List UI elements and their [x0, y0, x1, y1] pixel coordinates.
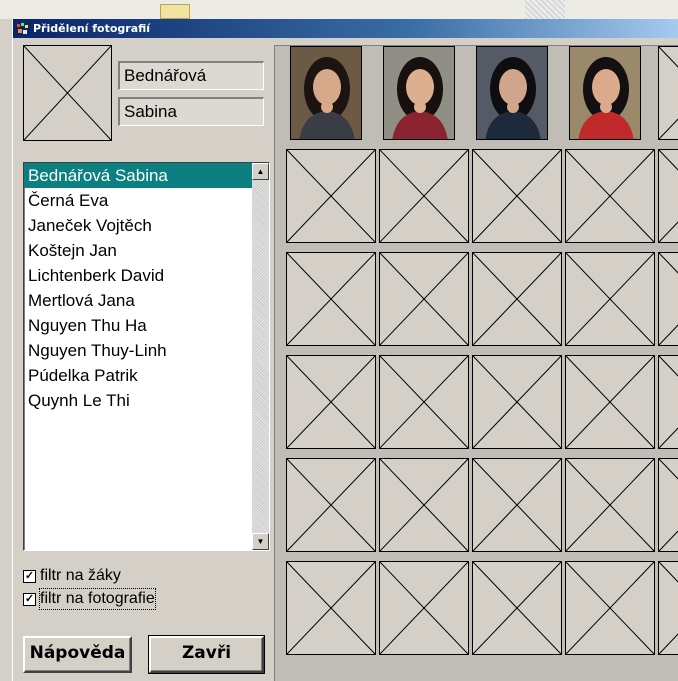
- filter-photos-checkbox[interactable]: ✓: [23, 593, 36, 606]
- filter-students-label[interactable]: filtr na žáky: [40, 566, 121, 586]
- student-list-item[interactable]: Lichtenberk David: [24, 263, 253, 288]
- photo-placeholder[interactable]: [379, 355, 469, 449]
- photo-placeholder[interactable]: [565, 252, 655, 346]
- first-name-field[interactable]: Sabina: [118, 97, 264, 126]
- photo-placeholder[interactable]: [379, 252, 469, 346]
- student-photo-placeholder: [23, 45, 112, 141]
- photo-placeholder[interactable]: [658, 149, 678, 243]
- student-list-item[interactable]: Nguyen Thuy-Linh: [24, 338, 253, 363]
- help-button[interactable]: Nápověda: [23, 636, 132, 673]
- photo-placeholder[interactable]: [472, 149, 562, 243]
- student-list-item[interactable]: Bednářová Sabina: [24, 163, 253, 188]
- photo-4-thumbnail[interactable]: [569, 46, 641, 140]
- close-button[interactable]: Zavři: [148, 635, 265, 674]
- list-scrollbar[interactable]: ▲ ▼: [252, 163, 269, 550]
- photo-placeholder[interactable]: [286, 149, 376, 243]
- student-list-item[interactable]: Púdelka Patrik: [24, 363, 253, 388]
- photo-placeholder[interactable]: [658, 252, 678, 346]
- photo-placeholder[interactable]: [565, 149, 655, 243]
- photo-gallery-panel[interactable]: [274, 45, 678, 681]
- photo-placeholder[interactable]: [565, 458, 655, 552]
- student-list-item[interactable]: Quynh Le Thi: [24, 388, 253, 413]
- photo-placeholder[interactable]: [379, 561, 469, 655]
- photo-placeholder[interactable]: [472, 561, 562, 655]
- background-pattern: [525, 0, 565, 19]
- photo-placeholder[interactable]: [658, 46, 678, 140]
- students-list-items: Bednářová Sabina Černá Eva Janeček Vojtěch…: [24, 163, 253, 413]
- background-window: [0, 0, 678, 19]
- photo-placeholder[interactable]: [658, 458, 678, 552]
- photo-assignment-window: Přidělení fotografií Bednářová Sabina Be…: [12, 19, 678, 681]
- student-list-item[interactable]: Koštejn Jan: [24, 238, 253, 263]
- photo-placeholder[interactable]: [472, 355, 562, 449]
- folder-icon: [160, 4, 190, 19]
- photo-2-thumbnail[interactable]: [383, 46, 455, 140]
- photo-placeholder[interactable]: [286, 355, 376, 449]
- photo-placeholder[interactable]: [472, 252, 562, 346]
- window-title: Přidělení fotografií: [33, 22, 151, 35]
- photo-placeholder[interactable]: [472, 458, 562, 552]
- photo-1-thumbnail[interactable]: [290, 46, 362, 140]
- photo-placeholder[interactable]: [379, 149, 469, 243]
- app-icon: [16, 22, 30, 35]
- photo-placeholder[interactable]: [565, 561, 655, 655]
- filter-photos-label[interactable]: filtr na fotografie: [39, 588, 156, 610]
- photo-placeholder[interactable]: [658, 355, 678, 449]
- surname-field[interactable]: Bednářová: [118, 61, 264, 90]
- photo-placeholder[interactable]: [286, 252, 376, 346]
- photo-placeholder[interactable]: [658, 561, 678, 655]
- photo-placeholder[interactable]: [286, 458, 376, 552]
- photo-placeholder[interactable]: [286, 561, 376, 655]
- photo-placeholder[interactable]: [565, 355, 655, 449]
- photo-3-thumbnail[interactable]: [476, 46, 548, 140]
- students-listbox[interactable]: Bednářová Sabina Černá Eva Janeček Vojtěch…: [23, 162, 270, 551]
- student-list-item[interactable]: Janeček Vojtěch: [24, 213, 253, 238]
- filter-students-checkbox[interactable]: ✓: [23, 570, 36, 583]
- filter-photos-row[interactable]: ✓ filtr na fotografie: [23, 588, 223, 610]
- student-list-item[interactable]: Nguyen Thu Ha: [24, 313, 253, 338]
- student-list-item[interactable]: Mertlová Jana: [24, 288, 253, 313]
- scroll-down-button[interactable]: ▼: [252, 533, 269, 550]
- photo-placeholder[interactable]: [379, 458, 469, 552]
- student-list-item[interactable]: Černá Eva: [24, 188, 253, 213]
- scroll-up-button[interactable]: ▲: [252, 163, 269, 180]
- filter-students-row[interactable]: ✓ filtr na žáky: [23, 566, 203, 586]
- title-bar[interactable]: Přidělení fotografií: [13, 19, 678, 38]
